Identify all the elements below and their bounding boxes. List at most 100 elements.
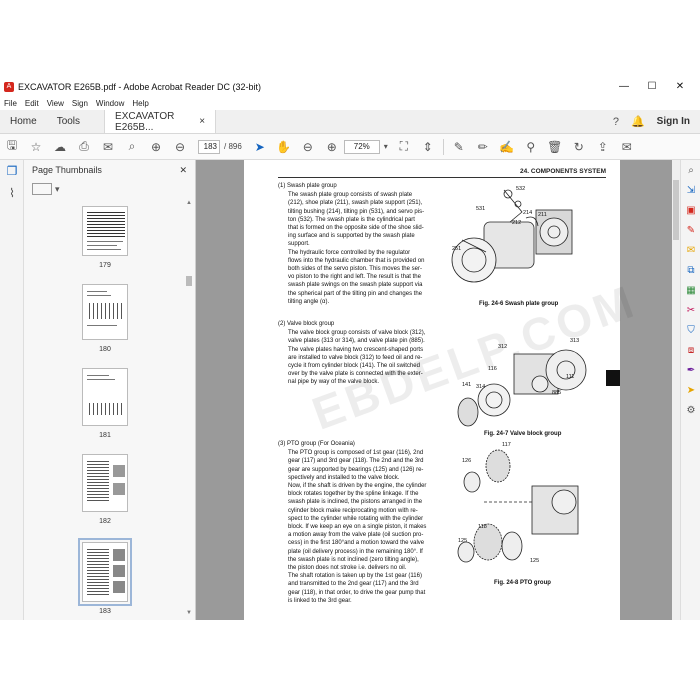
highlight-tool-icon[interactable]: ✏ xyxy=(471,137,495,157)
protect-icon[interactable]: ⛉ xyxy=(681,320,700,340)
pages-icon[interactable]: ❐ xyxy=(0,160,24,182)
thumbnail-page[interactable] xyxy=(82,206,128,256)
text-line: gear (118), in that order, to drive the … xyxy=(288,589,426,596)
page-count: / 896 xyxy=(224,142,242,151)
document-viewport[interactable]: 24. COMPONENTS SYSTEM EBDELP.COM (1) Swa… xyxy=(196,160,680,620)
zoom-dropdown-icon[interactable]: ▾ xyxy=(380,137,392,157)
bookmark-icon[interactable]: ☆ xyxy=(24,137,48,157)
page-number-input[interactable]: 183 xyxy=(198,139,220,154)
thumbnail-page-selected[interactable] xyxy=(78,538,132,606)
fit-page-icon[interactable]: ⛶ xyxy=(392,137,416,157)
document-scrollbar[interactable] xyxy=(672,160,680,620)
menu-window[interactable]: Window xyxy=(96,99,124,108)
text-line: a motion away from the valve plate (oil … xyxy=(288,532,424,539)
email-icon[interactable]: ✉ xyxy=(96,137,120,157)
export-pdf-icon[interactable]: ⇲ xyxy=(681,180,700,200)
toolbar: 🖫 ☆ ☁ ⎙ ✉ ⌕ ⊕ ⊖ 183 / 896 ➤ ✋ ⊖ ⊕ 72% ▾ … xyxy=(0,134,700,160)
sign-in-button[interactable]: Sign In xyxy=(657,116,690,127)
edit-pdf-icon[interactable]: ✎ xyxy=(681,220,700,240)
menu-sign[interactable]: Sign xyxy=(72,99,88,108)
minimize-button[interactable]: — xyxy=(610,78,638,96)
print-icon[interactable]: ⎙ xyxy=(72,137,96,157)
text-line: The swash plate group consists of swash … xyxy=(288,192,413,199)
thumbnail-options[interactable]: ▾ xyxy=(24,180,195,198)
menu-edit[interactable]: Edit xyxy=(25,99,39,108)
scroll-up-icon[interactable]: ▲ xyxy=(186,200,192,206)
text-line: valve plates (313 or 314), and valve pla… xyxy=(288,338,425,345)
text-line: over by the valve plate is connected wit… xyxy=(288,371,423,378)
text-line: cycle it from cylinder block (141). The … xyxy=(288,363,420,370)
zoom-out-icon[interactable]: ⊖ xyxy=(296,137,320,157)
text-line: the spherical part of the tilting pin an… xyxy=(288,290,423,297)
thumbnails-title: Page Thumbnails xyxy=(32,165,102,175)
options-menu-icon[interactable] xyxy=(32,183,52,195)
help-icon[interactable]: ? xyxy=(613,116,619,128)
find-icon[interactable]: ⌕ xyxy=(120,137,144,157)
email-share-icon[interactable]: ✉ xyxy=(615,137,639,157)
thumbnail-page-number: 181 xyxy=(99,432,111,439)
text-line: are installed to valve block (312) to fe… xyxy=(288,354,423,361)
part-label: 251 xyxy=(452,246,462,252)
thumbnails-panel: Page Thumbnails ✕ ▾ 179 180 181 182 183 … xyxy=(24,160,196,620)
next-page-icon[interactable]: ⊖ xyxy=(168,137,192,157)
text-line: flows into the hydraulic chamber that is… xyxy=(288,257,425,264)
send-icon[interactable]: ➤ xyxy=(681,380,700,400)
thumbnail-graphic xyxy=(89,303,123,319)
save-icon[interactable]: 🖫 xyxy=(0,137,24,157)
menu-help[interactable]: Help xyxy=(132,99,148,108)
text-line: the swash plate is not inclined (zero ti… xyxy=(288,556,419,563)
share-icon[interactable]: ⇪ xyxy=(591,137,615,157)
part-label: 314 xyxy=(476,384,486,390)
section-body: The valve block group consists of valve … xyxy=(278,329,438,386)
select-cursor-icon[interactable]: ➤ xyxy=(248,137,272,157)
thumbnails-scrollbar[interactable]: ▲ ▼ xyxy=(186,200,192,616)
create-pdf-icon[interactable]: ▣ xyxy=(681,200,700,220)
zoom-level-select[interactable]: 72% xyxy=(343,139,380,154)
scroll-mode-icon[interactable]: ⇕ xyxy=(416,137,440,157)
redact-icon[interactable]: ✂ xyxy=(681,300,700,320)
document-scroll-thumb[interactable] xyxy=(673,180,679,240)
draw-tool-icon[interactable]: ✍ xyxy=(495,137,519,157)
notifications-icon[interactable]: 🔔 xyxy=(631,115,645,128)
text-line: The valve block group consists of valve … xyxy=(288,330,426,337)
upload-cloud-icon[interactable]: ☁ xyxy=(48,137,72,157)
compress-icon[interactable]: ⧈ xyxy=(681,340,700,360)
menu-file[interactable]: File xyxy=(4,99,17,108)
maximize-button[interactable]: ☐ xyxy=(638,78,666,96)
close-panel-icon[interactable]: ✕ xyxy=(179,165,187,176)
scroll-down-icon[interactable]: ▼ xyxy=(186,610,192,616)
zoom-in-icon[interactable]: ⊕ xyxy=(320,137,344,157)
previous-page-icon[interactable]: ⊕ xyxy=(144,137,168,157)
text-line: gear are supported by bearings (125) and… xyxy=(288,466,424,473)
attachment-icon[interactable]: ⌇ xyxy=(0,182,24,204)
options-dropdown-icon[interactable]: ▾ xyxy=(55,184,60,195)
tab-home[interactable]: Home xyxy=(0,110,47,133)
thumbnail-graphic xyxy=(113,483,125,495)
thumbnail-text-line xyxy=(87,291,107,292)
comment-icon[interactable]: ✉ xyxy=(681,240,700,260)
menu-bar: File Edit View Sign Window Help xyxy=(0,96,700,110)
tab-tools[interactable]: Tools xyxy=(47,110,90,133)
tab-document[interactable]: EXCAVATOR E265B... × xyxy=(104,110,217,133)
zoom-icon[interactable]: ⌕ xyxy=(681,160,700,180)
comment-tool-icon[interactable]: ✎ xyxy=(447,137,471,157)
delete-icon[interactable]: 🗑 xyxy=(543,137,567,157)
organize-pages-icon[interactable]: ▦ xyxy=(681,280,700,300)
close-tab-icon[interactable]: × xyxy=(199,116,205,127)
thumbnail-page[interactable] xyxy=(82,284,128,340)
page-tab-marker xyxy=(606,370,620,386)
thumbnails-scroll-thumb[interactable] xyxy=(186,276,192,286)
tab-tools-label: Tools xyxy=(56,116,81,127)
menu-view[interactable]: View xyxy=(47,99,64,108)
rotate-icon[interactable]: ↻ xyxy=(567,137,591,157)
part-label: 126 xyxy=(462,458,472,464)
more-tools-icon[interactable]: ⚙ xyxy=(681,400,700,420)
close-window-button[interactable]: ✕ xyxy=(666,78,694,96)
thumbnail-page[interactable] xyxy=(82,368,128,426)
thumbnail-page[interactable] xyxy=(82,454,128,512)
hand-tool-icon[interactable]: ✋ xyxy=(272,137,296,157)
figure-caption: Fig. 24-6 Swash plate group xyxy=(479,301,559,307)
fill-sign-icon[interactable]: ✒ xyxy=(681,360,700,380)
combine-icon[interactable]: ⧉ xyxy=(681,260,700,280)
stamp-icon[interactable]: ⚲ xyxy=(519,137,543,157)
